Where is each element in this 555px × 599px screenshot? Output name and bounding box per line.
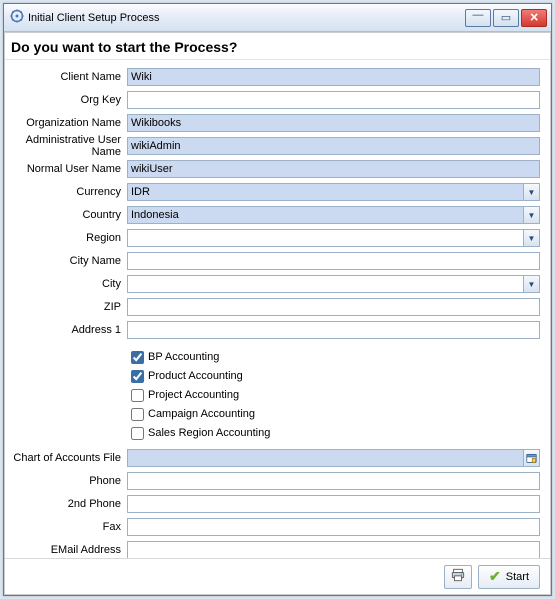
address1-input[interactable] [127, 321, 540, 339]
org-name-input[interactable] [127, 114, 540, 132]
client-name-input[interactable] [127, 68, 540, 86]
label-email: EMail Address [7, 544, 127, 556]
label-coa: Chart of Accounts File [7, 452, 127, 464]
start-button[interactable]: ✔ Start [478, 565, 540, 589]
currency-dropdown-icon[interactable]: ▼ [523, 183, 540, 201]
row-zip: ZIP [7, 296, 540, 318]
row-normal-user: Normal User Name [7, 158, 540, 180]
bp-accounting-checkbox[interactable] [131, 351, 144, 364]
row-sales-region-accounting: Sales Region Accounting [7, 424, 540, 442]
print-button[interactable] [444, 565, 472, 589]
region-combo[interactable]: ▼ [127, 229, 540, 247]
row-bp-accounting: BP Accounting [7, 348, 540, 366]
city-dropdown-icon[interactable]: ▼ [523, 275, 540, 293]
region-dropdown-icon[interactable]: ▼ [523, 229, 540, 247]
label-org-name: Organization Name [7, 117, 127, 129]
row-email: EMail Address [7, 539, 540, 558]
row-client-name: Client Name [7, 66, 540, 88]
row-phone: Phone [7, 470, 540, 492]
row-fax: Fax [7, 516, 540, 538]
coa-field[interactable] [127, 449, 540, 467]
label-org-key: Org Key [7, 94, 127, 106]
label-normal-user: Normal User Name [7, 163, 127, 175]
product-accounting-label: Product Accounting [148, 370, 243, 382]
project-accounting-label: Project Accounting [148, 389, 239, 401]
app-icon [10, 9, 24, 26]
row-currency: Currency ▼ [7, 181, 540, 203]
coa-browse-icon[interactable] [523, 449, 540, 467]
close-button[interactable]: × [521, 9, 547, 27]
sales-region-accounting-checkbox[interactable] [131, 427, 144, 440]
campaign-accounting-checkbox[interactable] [131, 408, 144, 421]
window-buttons: — ▭ × [465, 9, 547, 27]
label-zip: ZIP [7, 301, 127, 313]
dialog-content: Do you want to start the Process? Client… [4, 32, 551, 595]
row-org-name: Organization Name [7, 112, 540, 134]
start-button-label: Start [506, 571, 529, 583]
row-phone2: 2nd Phone [7, 493, 540, 515]
row-admin-user: Administrative User Name [7, 135, 540, 157]
currency-input[interactable] [127, 183, 523, 201]
country-combo[interactable]: ▼ [127, 206, 540, 224]
checkmark-icon: ✔ [489, 568, 501, 585]
row-region: Region ▼ [7, 227, 540, 249]
label-fax: Fax [7, 521, 127, 533]
row-product-accounting: Product Accounting [7, 367, 540, 385]
project-accounting-checkbox[interactable] [131, 389, 144, 402]
button-bar: ✔ Start [5, 558, 550, 594]
minimize-button[interactable]: — [465, 9, 491, 27]
region-input[interactable] [127, 229, 523, 247]
row-address1: Address 1 [7, 319, 540, 341]
row-city: City ▼ [7, 273, 540, 295]
coa-input[interactable] [127, 449, 523, 467]
phone2-input[interactable] [127, 495, 540, 513]
label-currency: Currency [7, 186, 127, 198]
printer-icon [451, 568, 465, 585]
maximize-button[interactable]: ▭ [493, 9, 519, 27]
currency-combo[interactable]: ▼ [127, 183, 540, 201]
label-region: Region [7, 232, 127, 244]
country-input[interactable] [127, 206, 523, 224]
window-title: Initial Client Setup Process [28, 12, 465, 24]
titlebar[interactable]: Initial Client Setup Process — ▭ × [4, 4, 551, 32]
country-dropdown-icon[interactable]: ▼ [523, 206, 540, 224]
org-key-input[interactable] [127, 91, 540, 109]
normal-user-input[interactable] [127, 160, 540, 178]
row-country: Country ▼ [7, 204, 540, 226]
label-phone2: 2nd Phone [7, 498, 127, 510]
label-country: Country [7, 209, 127, 221]
dialog-heading: Do you want to start the Process? [5, 33, 550, 60]
bp-accounting-label: BP Accounting [148, 351, 219, 363]
label-client-name: Client Name [7, 71, 127, 83]
row-campaign-accounting: Campaign Accounting [7, 405, 540, 423]
phone-input[interactable] [127, 472, 540, 490]
form-area: Client Name Org Key Organization Name Ad… [5, 60, 550, 558]
row-coa: Chart of Accounts File [7, 447, 540, 469]
label-city: City [7, 278, 127, 290]
city-combo[interactable]: ▼ [127, 275, 540, 293]
sales-region-accounting-label: Sales Region Accounting [148, 427, 270, 439]
campaign-accounting-label: Campaign Accounting [148, 408, 255, 420]
fax-input[interactable] [127, 518, 540, 536]
app-window: Initial Client Setup Process — ▭ × Do yo… [3, 3, 552, 596]
city-name-input[interactable] [127, 252, 540, 270]
admin-user-input[interactable] [127, 137, 540, 155]
zip-input[interactable] [127, 298, 540, 316]
product-accounting-checkbox[interactable] [131, 370, 144, 383]
label-phone: Phone [7, 475, 127, 487]
label-address1: Address 1 [7, 324, 127, 336]
row-org-key: Org Key [7, 89, 540, 111]
label-admin-user: Administrative User Name [7, 134, 127, 158]
row-city-name: City Name [7, 250, 540, 272]
email-input[interactable] [127, 541, 540, 558]
label-city-name: City Name [7, 255, 127, 267]
city-input[interactable] [127, 275, 523, 293]
row-project-accounting: Project Accounting [7, 386, 540, 404]
